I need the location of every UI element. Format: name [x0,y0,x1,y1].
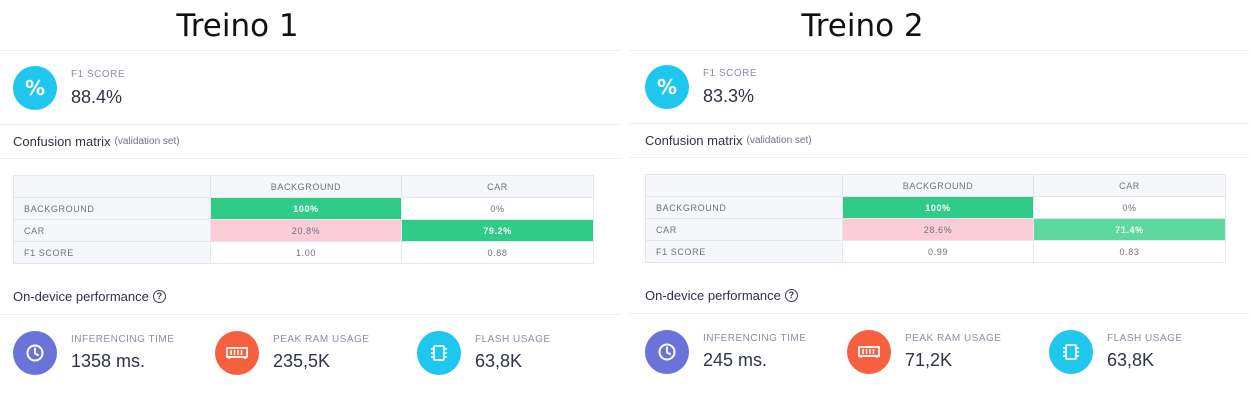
performance-heading: On-device performance ? [645,288,798,303]
inferencing-time-value: 1358 ms. [71,351,146,371]
divider [0,124,620,125]
chip-icon [1049,330,1093,374]
divider [629,123,1249,124]
table-row: F1 SCORE 0.99 0.83 [645,240,1226,263]
inferencing-time-value: 245 ms. [703,350,768,370]
divider [0,314,620,315]
help-icon[interactable]: ? [152,290,166,303]
table-row: BACKGROUND 100% 0% [645,196,1226,219]
table-header-row: BACKGROUND CAR [13,175,594,198]
divider [629,157,1249,158]
matrix-cell: 71.4% [1033,218,1226,241]
panel-title: Treino 1 [176,8,299,44]
matrix-cell: 100% [210,197,402,220]
f1-score-value: 83.3% [703,86,755,106]
column-header: BACKGROUND [210,175,402,198]
column-header: CAR [1033,174,1226,197]
peak-ram-value: 235,5K [273,351,331,371]
chip-icon [417,331,461,375]
panel-title: Treino 2 [801,8,924,44]
performance-heading: On-device performance ? [13,289,166,304]
row-header: BACKGROUND [645,196,843,219]
matrix-cell: 20.8% [210,219,402,242]
matrix-cell: 0% [401,197,594,220]
peak-ram-value: 71,2K [905,350,953,370]
matrix-cell: 0.99 [842,240,1034,263]
percent-icon: % [645,65,689,109]
matrix-cell: 0% [1033,196,1226,219]
inferencing-time-label: INFERENCING TIME [71,334,175,345]
percent-icon: % [13,66,57,110]
row-header: BACKGROUND [13,197,211,220]
matrix-cell: 0.83 [1033,240,1226,263]
help-icon[interactable]: ? [784,289,798,302]
confusion-matrix-subtitle: (validation set) [746,135,812,146]
column-header: BACKGROUND [842,174,1034,197]
table-row: CAR 28.6% 71.4% [645,218,1226,241]
row-header: CAR [13,219,211,242]
flash-usage-label: FLASH USAGE [1107,333,1183,344]
divider [0,50,620,51]
matrix-cell: 1.00 [210,241,402,264]
matrix-cell: 79.2% [401,219,594,242]
flash-usage-value: 63,8K [475,351,523,371]
column-header: CAR [401,175,594,198]
peak-ram-label: PEAK RAM USAGE [273,334,370,345]
matrix-cell: 100% [842,196,1034,219]
table-header-row: BACKGROUND CAR [645,174,1226,197]
confusion-matrix-title: Confusion matrix [13,134,111,149]
f1-score-label: F1 SCORE [703,68,758,79]
performance-title: On-device performance [13,289,149,304]
inferencing-time-label: INFERENCING TIME [703,333,807,344]
peak-ram-label: PEAK RAM USAGE [905,333,1002,344]
ram-icon [847,330,891,374]
corner-cell [645,174,843,197]
table-row: CAR 20.8% 79.2% [13,219,594,242]
corner-cell [13,175,211,198]
training-panel-1: Treino 1 % F1 SCORE 88.4% Confusion matr… [0,0,620,418]
confusion-matrix-title: Confusion matrix [645,133,743,148]
training-panel-2: Treino 2 % F1 SCORE 83.3% Confusion matr… [629,0,1249,418]
clock-icon [645,330,689,374]
confusion-matrix-heading: Confusion matrix (validation set) [13,134,180,149]
table-row: F1 SCORE 1.00 0.88 [13,241,594,264]
flash-usage-label: FLASH USAGE [475,334,551,345]
ram-icon [215,331,259,375]
row-header: F1 SCORE [13,241,211,264]
confusion-matrix-table: BACKGROUND CAR BACKGROUND 100% 0% CAR 20… [13,175,594,264]
row-header: CAR [645,218,843,241]
matrix-cell: 0.88 [401,241,594,264]
divider [629,50,1249,51]
performance-title: On-device performance [645,288,781,303]
confusion-matrix-heading: Confusion matrix (validation set) [645,133,812,148]
matrix-cell: 28.6% [842,218,1034,241]
confusion-matrix-subtitle: (validation set) [114,136,180,147]
f1-score-label: F1 SCORE [71,69,126,80]
divider [0,158,620,159]
f1-score-value: 88.4% [71,87,123,107]
confusion-matrix-table: BACKGROUND CAR BACKGROUND 100% 0% CAR 28… [645,174,1226,263]
table-row: BACKGROUND 100% 0% [13,197,594,220]
divider [629,313,1249,314]
clock-icon [13,331,57,375]
row-header: F1 SCORE [645,240,843,263]
flash-usage-value: 63,8K [1107,350,1155,370]
